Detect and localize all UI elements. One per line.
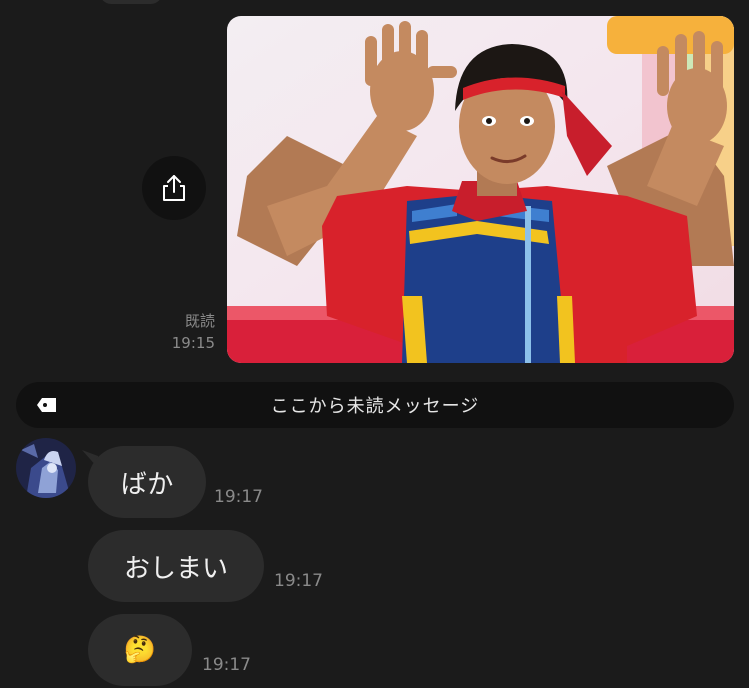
sent-time: 19:15 [171,334,215,352]
message-bubble[interactable]: ばか [88,446,206,518]
share-button[interactable] [142,156,206,220]
avatar[interactable] [16,438,76,498]
photo-image [227,16,734,363]
message-time: 19:17 [202,655,251,675]
share-upload-icon [163,175,185,201]
photo-message[interactable] [227,16,734,363]
message-text: おしまい [123,553,228,584]
unread-divider: ここから未読メッセージ [16,382,734,428]
read-label: 既読 [184,312,215,330]
previous-message-bubble[interactable] [100,0,162,4]
thinking-face-emoji: 🤔 [123,635,157,665]
message-text: ばか [120,469,174,500]
message-bubble[interactable]: おしまい [88,530,264,602]
read-receipt: 既読 19:15 [172,310,215,354]
message-time: 19:17 [214,487,263,507]
user-avatar [16,438,76,498]
message-bubble[interactable]: 🤔 [88,614,192,686]
message-time: 19:17 [274,571,323,591]
unread-divider-label: ここから未読メッセージ [270,396,480,417]
